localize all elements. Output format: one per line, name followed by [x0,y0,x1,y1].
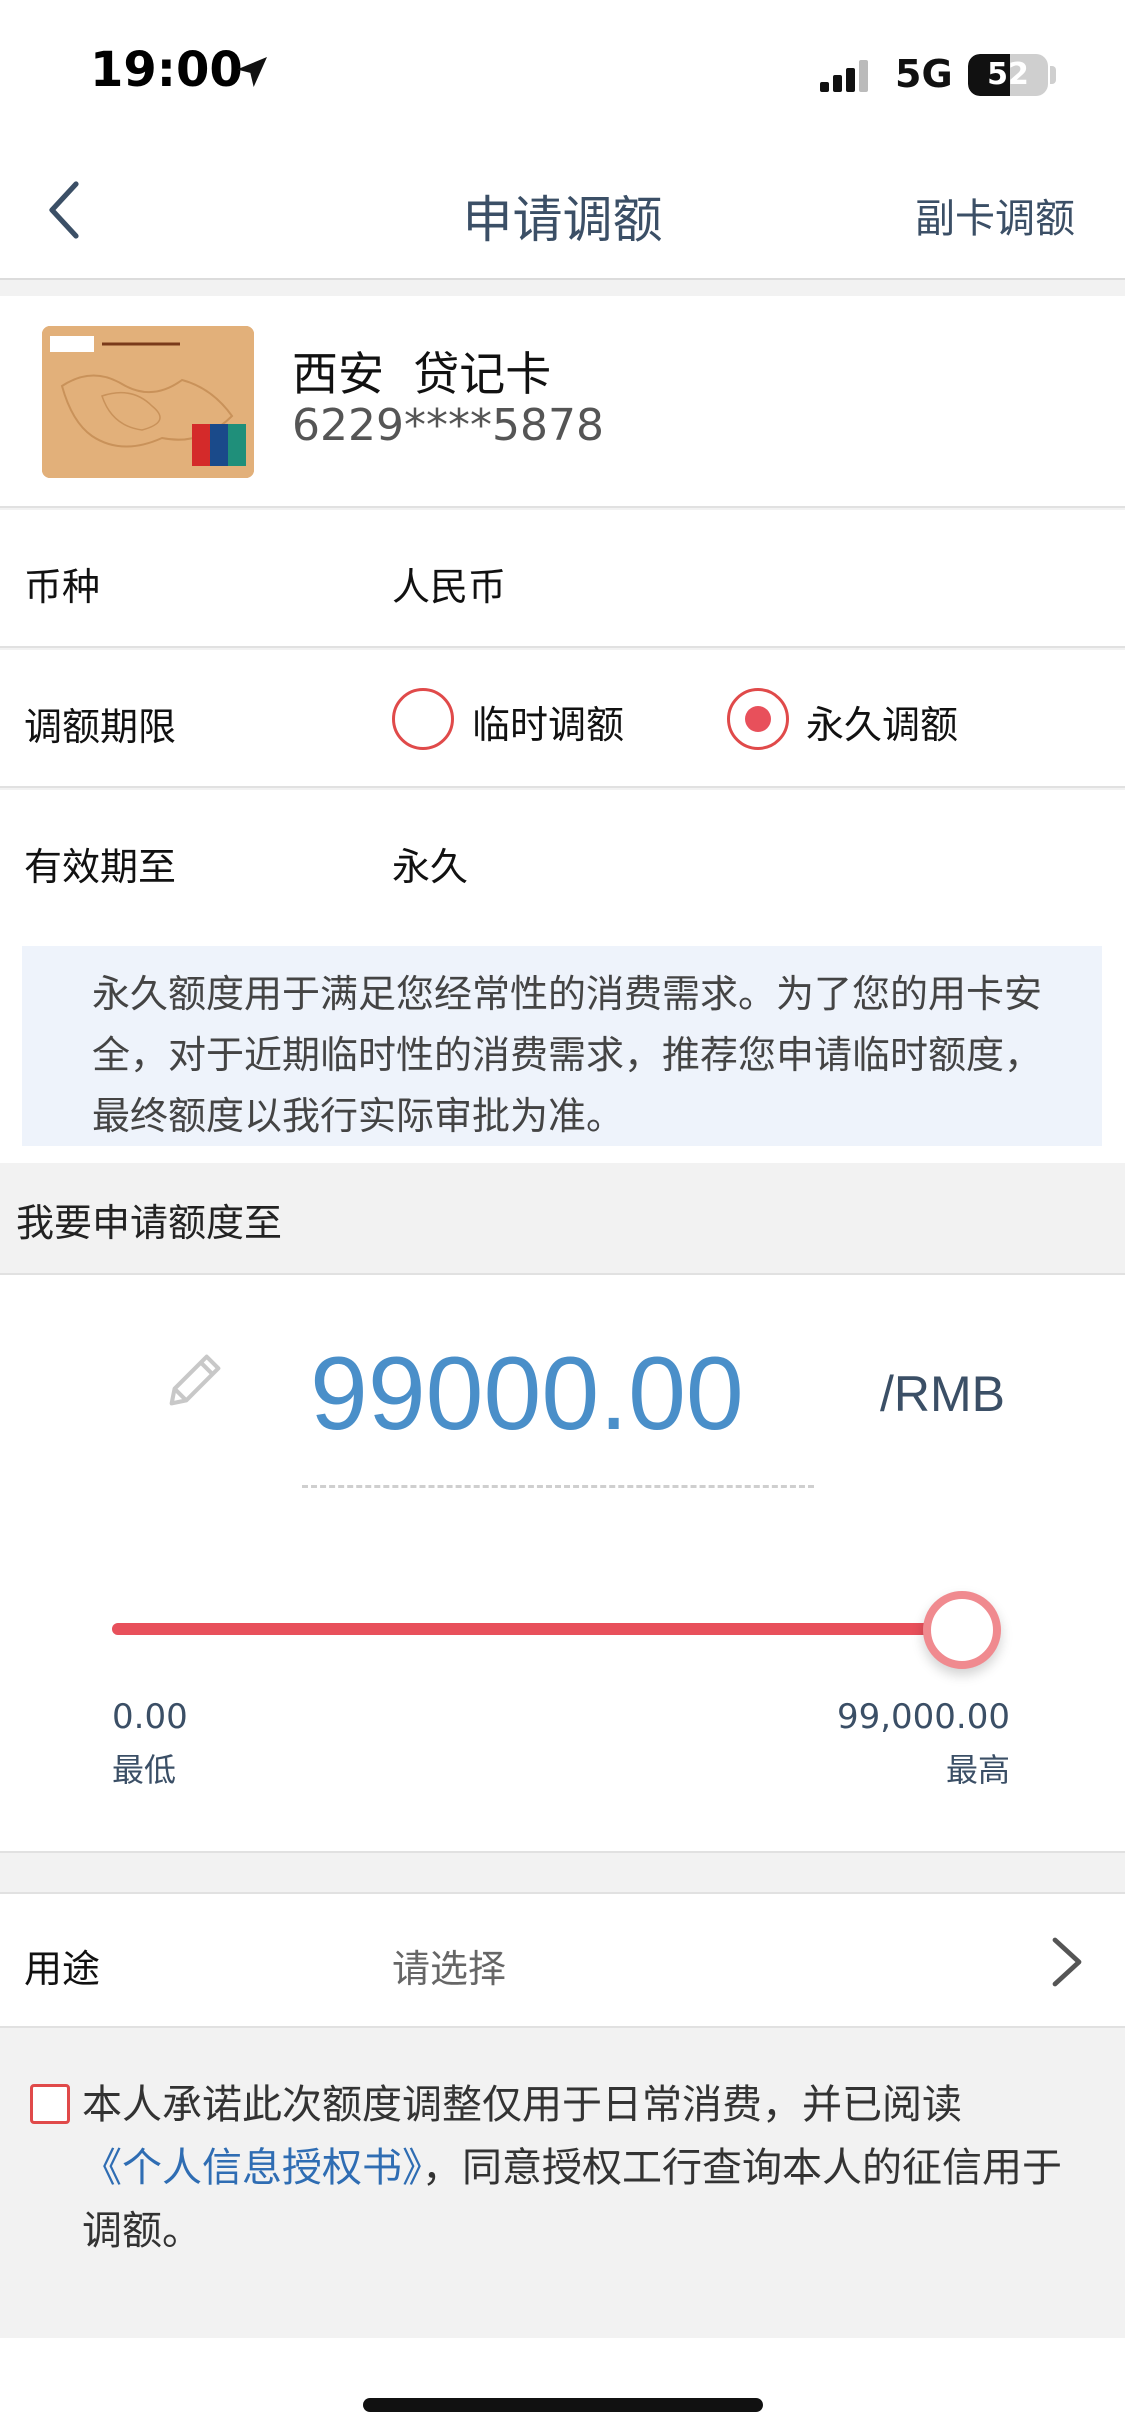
status-time: 19:00 [90,42,243,98]
nav-header: 申请调额 副卡调额 [0,150,1125,280]
min-amount: 0.00 [112,1697,188,1737]
amount-slider-fill [112,1623,972,1635]
agreement-text: 本人承诺此次额度调整仅用于日常消费，并已阅读 《个人信息授权书》，同意授权工行查询… [82,2074,1092,2263]
status-bar: 19:00 5G 52 [0,0,1125,150]
amount-slider-thumb[interactable] [923,1591,1001,1669]
expiry-value: 永久 [392,845,469,889]
bank-card-image [42,326,254,478]
expiry-label: 有效期至 [24,845,177,889]
permanent-radio[interactable] [727,688,789,750]
card-info: 西安 贷记卡 6229****5878 [0,296,1125,508]
agreement-area: 本人承诺此次额度调整仅用于日常消费，并已阅读 《个人信息授权书》，同意授权工行查询… [0,2028,1125,2338]
agreement-text-before: 本人承诺此次额度调整仅用于日常消费，并已阅读 [82,2082,962,2128]
bank-card-artwork [42,326,254,478]
home-indicator [363,2398,763,2412]
currency-row: 币种 人民币 [0,510,1125,648]
max-label: 最高 [945,1751,1010,1789]
network-type: 5G [895,52,953,96]
amount-slider-track[interactable] [112,1623,972,1635]
amount-value[interactable]: 99000.00 [310,1335,744,1454]
temporary-radio-label[interactable]: 临时调额 [472,694,624,749]
min-label: 最低 [112,1751,177,1789]
card-name: 西安 贷记卡 [292,347,552,401]
supplementary-card-button[interactable]: 副卡调额 [915,186,1075,244]
amount-section-title: 我要申请额度至 [16,1201,283,1245]
max-amount: 99,000.00 [836,1697,1010,1737]
currency-label: 币种 [24,565,101,609]
notice-box: 永久额度用于满足您经常性的消费需求。为了您的用卡安全，对于近期临时性的消费需求，… [22,946,1102,1146]
purpose-label: 用途 [24,1947,101,1991]
signal-icon [820,60,868,92]
chevron-right-icon[interactable] [1049,1934,1085,1990]
privacy-authorization-link[interactable]: 《个人信息授权书》 [82,2145,422,2191]
amount-unit: /RMB [880,1366,1005,1422]
battery-tip [1050,66,1056,84]
card-number: 6229****5878 [292,400,604,451]
agreement-checkbox[interactable] [30,2084,70,2124]
term-label: 调额期限 [24,705,177,749]
amount-area: 99000.00 /RMB 0.00 最低 99,000.00 最高 [0,1273,1125,1853]
pencil-icon[interactable] [160,1345,230,1415]
battery-level: 52 [987,57,1029,92]
notice-text: 永久额度用于满足您经常性的消费需求。为了您的用卡安全，对于近期临时性的消费需求，… [92,972,1043,1138]
currency-value: 人民币 [392,565,507,609]
divider [0,282,1125,296]
amount-underline [302,1485,814,1488]
purpose-row[interactable]: 用途 请选择 [0,1892,1125,2028]
term-row: 调额期限 临时调额 永久调额 [0,650,1125,788]
temporary-radio[interactable] [392,688,454,750]
bottom-bar [0,2338,1125,2435]
permanent-radio-label[interactable]: 永久调额 [806,694,958,749]
location-arrow-icon [237,57,267,87]
expiry-row: 有效期至 永久 [0,790,1125,928]
notice-area: 永久额度用于满足您经常性的消费需求。为了您的用卡安全，对于近期临时性的消费需求，… [0,928,1125,1163]
purpose-select[interactable]: 请选择 [392,1938,506,1993]
battery-icon: 52 [968,54,1048,96]
